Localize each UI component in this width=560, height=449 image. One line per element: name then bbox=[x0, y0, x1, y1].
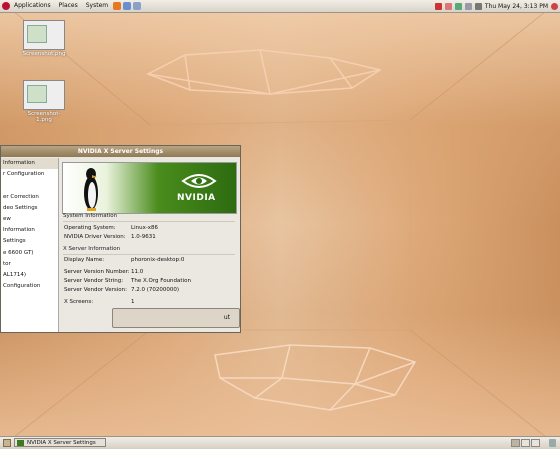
driver-version-value: 1.0-9631 bbox=[131, 234, 156, 240]
tree-item[interactable]: Configuration bbox=[1, 281, 58, 292]
menu-places[interactable]: Places bbox=[55, 0, 82, 12]
vendor-version-value: 7.2.0 (70200000) bbox=[131, 287, 180, 293]
show-desktop-icon[interactable] bbox=[3, 439, 11, 447]
x-screens-label: X Screens: bbox=[64, 299, 94, 305]
bottom-panel: NVIDIA X Server Settings bbox=[0, 436, 560, 449]
tree-item[interactable]: Information bbox=[1, 225, 58, 236]
os-value: Linux-x86 bbox=[131, 225, 159, 231]
server-version-value: 11.0 bbox=[131, 269, 144, 275]
top-panel: Applications Places System Thu May 24, 3… bbox=[0, 0, 560, 13]
os-label: Operating System: bbox=[64, 225, 116, 231]
xserver-info-heading: X Server Information bbox=[63, 246, 121, 252]
firefox-launcher-icon[interactable] bbox=[113, 2, 122, 10]
driver-version-label: NVIDIA Driver Version: bbox=[64, 234, 126, 240]
network-icon[interactable] bbox=[454, 2, 462, 10]
tree-item[interactable]: tor bbox=[1, 259, 58, 270]
desktop-icon-label: Screenshot-1.png bbox=[27, 111, 61, 123]
tree-item[interactable]: ew bbox=[1, 214, 58, 225]
ubuntu-logo-icon bbox=[2, 2, 10, 10]
help-launcher-icon[interactable] bbox=[133, 2, 142, 10]
tree-item[interactable] bbox=[1, 180, 58, 191]
clock[interactable]: Thu May 24, 3:13 PM bbox=[485, 3, 548, 10]
desktop-icon-screenshot-1[interactable]: Screenshot-1.png bbox=[20, 80, 68, 123]
desktop-icon-label: Screenshot.png bbox=[22, 51, 66, 57]
taskbar-window-button[interactable]: NVIDIA X Server Settings bbox=[14, 438, 106, 447]
mail-launcher-icon[interactable] bbox=[123, 2, 132, 10]
desktop-icon-screenshot[interactable]: Screenshot.png bbox=[20, 20, 68, 57]
image-thumbnail-icon bbox=[23, 80, 65, 110]
nvidia-app-icon bbox=[17, 440, 24, 446]
x-screens-value: 1 bbox=[131, 299, 135, 305]
system-tray: Thu May 24, 3:13 PM bbox=[434, 0, 558, 12]
display-name-label: Display Name: bbox=[64, 257, 105, 263]
settings-tree: Information r Configuration er Correctio… bbox=[1, 158, 59, 332]
workspace-3[interactable] bbox=[531, 439, 540, 447]
tree-item[interactable]: AL1714) bbox=[1, 270, 58, 281]
image-thumbnail-icon bbox=[23, 20, 65, 50]
menu-applications[interactable]: Applications bbox=[10, 0, 55, 12]
notification-icon[interactable] bbox=[444, 2, 452, 10]
tux-penguin-icon bbox=[84, 168, 98, 211]
update-notifier-icon[interactable] bbox=[434, 2, 442, 10]
display-name-value: phoronix-desktop:0 bbox=[131, 257, 185, 263]
section-divider bbox=[63, 254, 235, 255]
server-version-label: Server Version Number: bbox=[64, 269, 130, 275]
trash-icon[interactable] bbox=[549, 439, 556, 447]
vendor-string-label: Server Vendor String: bbox=[64, 278, 124, 284]
taskbar-window-label: NVIDIA X Server Settings bbox=[27, 440, 96, 446]
vendor-string-value: The X.Org Foundation bbox=[131, 278, 191, 284]
tree-item[interactable]: r Configuration bbox=[1, 169, 58, 180]
nvidia-banner: NVIDIA bbox=[62, 162, 237, 214]
nvidia-eye-logo-icon bbox=[181, 174, 217, 188]
tree-item[interactable]: er Correction bbox=[1, 192, 58, 203]
tree-item[interactable]: Information bbox=[1, 158, 58, 170]
system-info-heading: System Information bbox=[63, 213, 118, 219]
mail-notify-icon[interactable] bbox=[464, 2, 472, 10]
volume-icon[interactable] bbox=[474, 2, 482, 10]
vendor-version-label: Server Vendor Version: bbox=[64, 287, 127, 293]
workspace-2[interactable] bbox=[521, 439, 530, 447]
quit-button[interactable]: ut bbox=[112, 308, 240, 328]
tree-item[interactable]: deo Settings bbox=[1, 203, 58, 214]
nvidia-settings-window: NVIDIA X Server Settings Information r C… bbox=[0, 145, 241, 333]
tree-item[interactable]: Settings bbox=[1, 236, 58, 247]
window-title[interactable]: NVIDIA X Server Settings bbox=[1, 146, 240, 157]
menu-system[interactable]: System bbox=[82, 0, 112, 12]
tree-item[interactable]: e 6600 GT) bbox=[1, 248, 58, 259]
workspace-1[interactable] bbox=[511, 439, 520, 447]
nvidia-logo-text: NVIDIA bbox=[177, 193, 216, 203]
power-icon[interactable] bbox=[551, 2, 558, 10]
section-divider bbox=[63, 221, 235, 222]
